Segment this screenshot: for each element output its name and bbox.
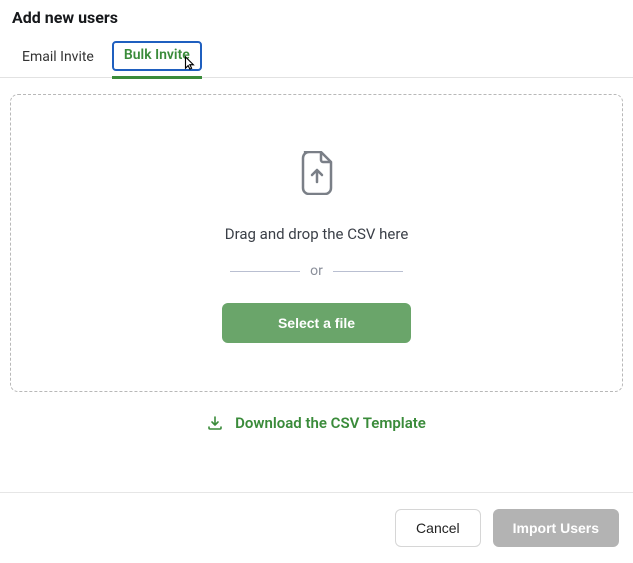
page-title: Add new users	[12, 8, 621, 27]
or-text: or	[310, 263, 323, 279]
import-users-button[interactable]: Import Users	[493, 509, 619, 547]
dialog-footer: Cancel Import Users	[0, 492, 633, 563]
or-divider: or	[230, 263, 403, 279]
tab-bulk-invite-label: Bulk Invite	[124, 47, 190, 63]
select-file-button[interactable]: Select a file	[222, 303, 411, 343]
divider-line-right	[333, 271, 403, 272]
file-dropzone[interactable]: Drag and drop the CSV here or Select a f…	[10, 94, 623, 392]
drop-text: Drag and drop the CSV here	[225, 225, 409, 243]
cancel-button[interactable]: Cancel	[395, 509, 481, 547]
cursor-icon	[182, 55, 196, 71]
cancel-label: Cancel	[416, 520, 460, 536]
tab-email-invite[interactable]: Email Invite	[12, 41, 112, 77]
divider-line-left	[230, 271, 300, 272]
tabs-bar: Email Invite Bulk Invite	[0, 27, 633, 78]
download-template-link[interactable]: Download the CSV Template	[10, 414, 623, 432]
file-upload-icon	[299, 151, 335, 195]
tab-bulk-invite[interactable]: Bulk Invite	[112, 41, 202, 71]
tab-email-invite-label: Email Invite	[22, 49, 94, 65]
content-area: Drag and drop the CSV here or Select a f…	[0, 78, 633, 442]
dialog-header: Add new users	[0, 0, 633, 27]
download-icon	[207, 415, 223, 431]
select-file-label: Select a file	[278, 315, 355, 331]
download-template-label: Download the CSV Template	[235, 414, 426, 432]
import-users-label: Import Users	[513, 520, 599, 536]
